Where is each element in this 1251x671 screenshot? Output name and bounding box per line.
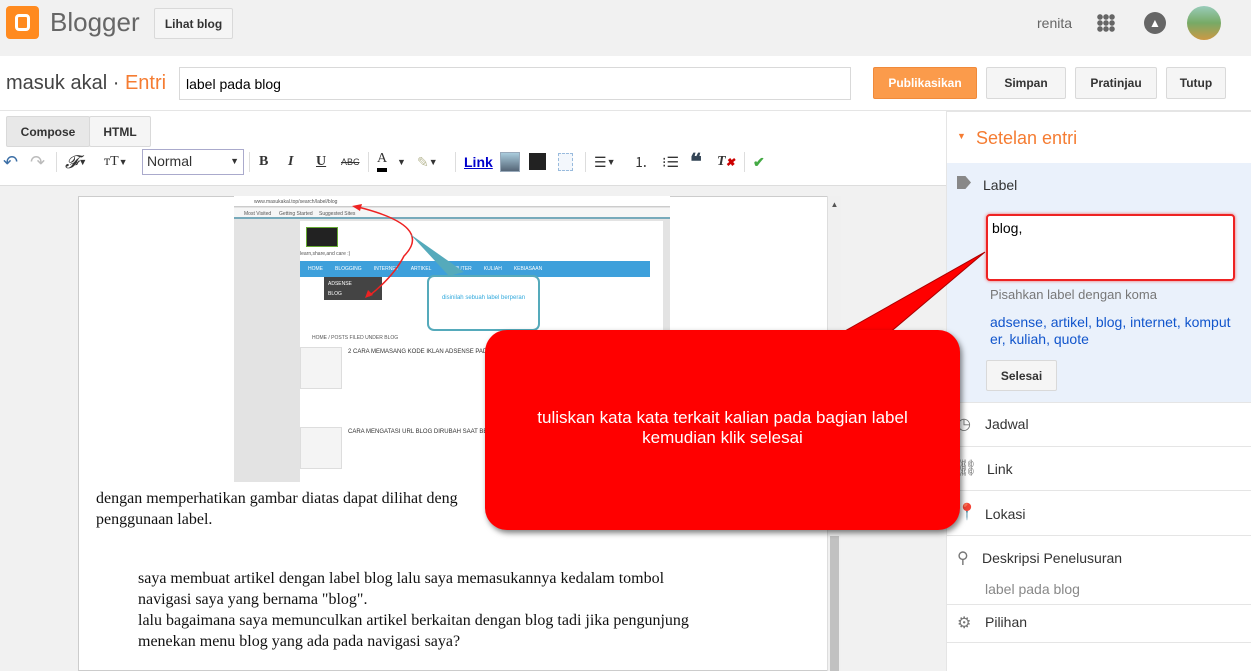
post-title-input[interactable] [179,67,851,100]
caret-down-icon: ▼ [957,131,966,141]
blogger-logo-icon[interactable] [6,6,39,39]
numbered-list-icon[interactable]: ⒈ [634,150,648,174]
text-color-icon[interactable]: A [377,150,388,172]
done-button[interactable]: Selesai [986,360,1057,391]
search-description-value: label pada blog [985,581,1080,597]
user-name[interactable]: renita [1037,15,1072,31]
sidebar-item-location[interactable]: 📍 Lokasi [947,491,1251,536]
tag-icon [957,176,971,189]
post-header: masuk akal · Entri Publikasikan Simpan P… [0,56,1251,111]
annotation-callout: tuliskan kata kata terkait kalian pada b… [485,330,960,530]
save-button[interactable]: Simpan [986,67,1066,99]
brand-name: Blogger [50,7,140,37]
apps-grid-icon[interactable] [1097,14,1115,32]
insert-video-icon[interactable] [529,153,546,170]
quote-icon[interactable]: ❝ [690,149,702,174]
quote-line: lalu bagaimana saya memunculkan artikel … [138,612,689,629]
label-link[interactable]: blog [1096,314,1122,330]
label-hint: Pisahkan label dengan koma [990,287,1157,302]
remove-formatting-icon[interactable]: T ✖ [717,150,735,174]
preview-button[interactable]: Pratinjau [1075,67,1157,99]
strikethrough-icon[interactable]: ABC [341,150,360,174]
label-link[interactable]: kuliah [1009,331,1046,347]
blog-name[interactable]: masuk akal [6,72,107,94]
label-link[interactable]: quote [1054,331,1089,347]
post-settings-sidebar: ▼ Setelan entri Label blog, Pisahkan lab… [947,111,1251,671]
spellcheck-icon[interactable]: ✔ [753,150,765,174]
quote-line: menekan menu blog yang ada pada navigasi… [138,633,461,650]
view-blog-button[interactable]: Lihat blog [154,8,233,39]
separator: · [112,72,120,94]
format-value: Normal [147,153,193,169]
paragraph: dengan memperhatikan gambar diatas dapat… [96,490,458,507]
underline-icon[interactable]: U [316,150,326,174]
top-bar: Blogger Lihat blog renita ▲ [0,0,1251,56]
gear-icon: ⚙ [957,615,972,632]
existing-labels: adsense, artikel, blog, internet, komput… [990,314,1231,347]
paragraph: penggunaan label. [96,511,213,528]
bold-icon[interactable]: B [259,150,268,174]
bullet-list-icon[interactable]: ⁝☰ [662,150,679,174]
annotation-text: tuliskan kata kata terkait kalian pada b… [537,408,908,447]
label-link[interactable]: internet [1130,314,1177,330]
avatar[interactable] [1187,6,1221,40]
label-link[interactable]: adsense [990,314,1043,330]
settings-header[interactable]: ▼ Setelan entri [947,111,1251,163]
sidebar-item-options[interactable]: ⚙ Pilihan [947,605,1251,643]
close-button[interactable]: Tutup [1166,67,1226,99]
italic-icon[interactable]: I [288,150,293,174]
notification-bell-icon[interactable]: ▲ [1144,12,1166,34]
sidebar-item-search-description[interactable]: ⚲ Deskripsi Penelusuran label pada blog [947,536,1251,605]
font-family-icon[interactable]: 𝓕 ▼ [65,150,87,174]
link-button[interactable]: Link [464,150,493,174]
redo-icon[interactable]: ↷ [30,150,45,174]
label-section: Label blog, Pisahkan label dengan koma a… [947,163,1251,403]
publish-button[interactable]: Publikasikan [873,67,977,99]
search-icon: ⚲ [957,550,969,567]
insert-image-icon[interactable] [500,152,520,172]
tab-html[interactable]: HTML [89,116,151,147]
format-select[interactable]: Normal ▼ [142,149,244,175]
label-textarea[interactable]: blog, [986,214,1235,281]
highlight-icon[interactable]: ✎ ▼ [417,150,438,174]
align-icon[interactable]: ☰ ▼ [594,150,615,174]
settings-title: Setelan entri [976,128,1078,148]
label-title: Label [983,177,1018,193]
undo-icon[interactable]: ↶ [3,150,18,174]
sidebar-item-link[interactable]: ⛓ Link [947,447,1251,491]
font-size-icon[interactable]: тT ▼ [104,150,128,174]
jump-break-icon[interactable] [558,153,573,171]
quote-line: navigasi saya yang bernama "blog". [138,591,368,608]
tab-compose[interactable]: Compose [6,116,90,147]
quote-line: saya membuat artikel dengan label blog l… [138,570,665,587]
sidebar-item-schedule[interactable]: ◷ Jadwal [947,403,1251,447]
label-link[interactable]: artikel [1051,314,1088,330]
link-icon: ⛓ [957,460,978,477]
section-label: Entri [124,72,167,94]
